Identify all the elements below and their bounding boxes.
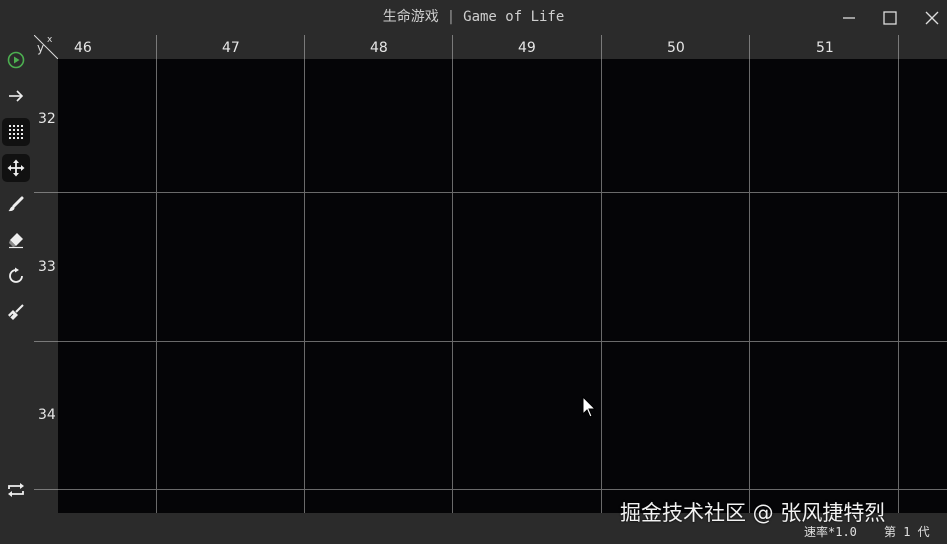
clean-broom-icon bbox=[8, 304, 24, 320]
close-button[interactable] bbox=[912, 0, 947, 35]
eraser-icon bbox=[9, 233, 23, 249]
grid-line bbox=[58, 192, 947, 193]
grid-line bbox=[58, 341, 947, 342]
watermark-text: 掘金技术社区 @ 张风捷特烈 bbox=[620, 501, 886, 525]
reset-button[interactable] bbox=[2, 262, 30, 290]
ruler-divider bbox=[304, 35, 305, 59]
grid-line bbox=[156, 59, 157, 513]
brush-icon bbox=[8, 196, 24, 212]
title-chinese: 生命游戏 bbox=[382, 9, 439, 25]
ruler-corner: y x bbox=[34, 35, 58, 59]
switch-button[interactable] bbox=[2, 476, 30, 504]
reset-icon bbox=[9, 267, 23, 283]
grid-toggle-icon bbox=[9, 125, 23, 139]
x-tick: 51 bbox=[816, 40, 834, 56]
life-grid-canvas[interactable] bbox=[58, 59, 947, 513]
y-tick: 34 bbox=[38, 407, 56, 423]
ruler-divider bbox=[34, 489, 58, 490]
brush-tool-button[interactable] bbox=[2, 190, 30, 218]
x-tick: 48 bbox=[370, 40, 388, 56]
title-english: Game of Life bbox=[463, 9, 565, 25]
grid-line bbox=[58, 489, 947, 490]
y-tick: 33 bbox=[38, 259, 56, 275]
play-icon bbox=[7, 51, 25, 69]
clean-button[interactable] bbox=[2, 298, 30, 326]
window-title: 生命游戏 | Game of Life bbox=[0, 0, 947, 35]
x-tick: 47 bbox=[222, 40, 240, 56]
ruler-divider bbox=[749, 35, 750, 59]
switch-icon bbox=[8, 483, 24, 497]
x-tick: 49 bbox=[518, 40, 536, 56]
grid-toggle-button[interactable] bbox=[2, 118, 30, 146]
x-tick: 46 bbox=[74, 40, 92, 56]
move-tool-button[interactable] bbox=[2, 154, 30, 182]
grid-line bbox=[601, 59, 602, 513]
ruler-divider bbox=[898, 35, 899, 59]
maximize-button[interactable] bbox=[870, 0, 910, 35]
mouse-cursor-icon bbox=[582, 396, 597, 418]
vertical-ruler: 32 33 34 bbox=[34, 59, 58, 513]
grid-line bbox=[304, 59, 305, 513]
x-tick: 50 bbox=[667, 40, 685, 56]
ruler-divider bbox=[34, 341, 58, 342]
grid-line bbox=[898, 59, 899, 513]
move-icon bbox=[7, 159, 25, 177]
step-button[interactable] bbox=[2, 82, 30, 110]
corner-x-label: x bbox=[47, 35, 53, 45]
grid-line bbox=[749, 59, 750, 513]
ruler-divider bbox=[601, 35, 602, 59]
title-bar: 生命游戏 | Game of Life bbox=[0, 0, 947, 35]
grid-line bbox=[452, 59, 453, 513]
close-icon bbox=[925, 11, 939, 24]
corner-y-label: y bbox=[37, 41, 45, 55]
generation-counter: 第 1 代 bbox=[884, 525, 930, 539]
y-tick: 32 bbox=[38, 111, 56, 127]
ruler-divider bbox=[452, 35, 453, 59]
minimize-button[interactable] bbox=[829, 0, 869, 35]
tool-sidebar bbox=[0, 35, 34, 513]
ruler-divider bbox=[34, 192, 58, 193]
play-button[interactable] bbox=[2, 46, 30, 74]
step-forward-arrow-icon bbox=[9, 90, 24, 102]
title-separator: | bbox=[446, 9, 456, 25]
ruler-divider bbox=[156, 35, 157, 59]
maximize-icon bbox=[883, 10, 897, 25]
horizontal-ruler: 46 47 48 49 50 51 bbox=[58, 35, 947, 59]
minimize-icon bbox=[843, 16, 855, 19]
eraser-tool-button[interactable] bbox=[2, 226, 30, 254]
